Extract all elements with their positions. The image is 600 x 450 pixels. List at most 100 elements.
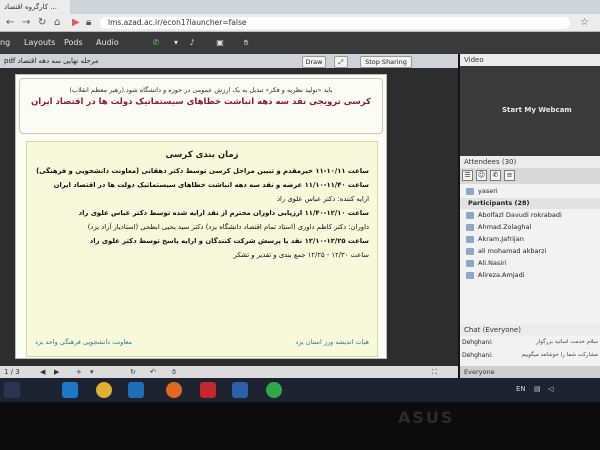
fullscreen-icon[interactable]: ⛶ xyxy=(432,366,437,378)
list-item[interactable]: Abolfazl Davudi rokrabadi xyxy=(460,210,600,221)
acrobat-icon[interactable] xyxy=(200,382,216,398)
url-field[interactable]: lms.azad.ac.ir/econ1?launcher=false xyxy=(100,17,570,29)
page-indicator: 1 / 3 xyxy=(4,368,20,376)
chrome-icon[interactable] xyxy=(96,382,112,398)
reload-icon[interactable]: ↻ xyxy=(38,17,46,29)
schedule-line: ارایه کننده: دکتر عباس علوی راد xyxy=(276,195,369,203)
menu-item-meeting[interactable]: ng xyxy=(0,32,10,54)
microphone-icon[interactable]: ✆ xyxy=(150,37,162,49)
slide-footer: هیات اندیشه ورز استان یزد معاونت دانشجوی… xyxy=(35,336,369,348)
undo-icon[interactable]: ↶ xyxy=(150,366,156,378)
attendees-header: Attendees (30) xyxy=(460,156,600,168)
browser-tab[interactable]: کارگروه اقتصاد ... xyxy=(0,0,70,14)
schedule-line: ساعت ۱۰/۱۱-۱۱ خیرمقدم و تبیین مراحل کرسی… xyxy=(36,167,369,175)
whatsapp-icon[interactable] xyxy=(266,382,282,398)
word-icon[interactable] xyxy=(128,382,144,398)
microphone-dropdown-icon[interactable]: ▾ xyxy=(170,37,182,49)
presentation-toolbar: 1 / 3 ◀ ▶ + ▾ ↻ ↶ ✋︎ ⛶ xyxy=(0,366,458,378)
stop-sharing-button[interactable]: Stop Sharing xyxy=(360,56,412,68)
schedule-line: ساعت ۱۲/۲۵-۱۲/۱۰ نقد یا پرسش شرکت کنندگا… xyxy=(89,237,369,245)
zoom-dropdown-icon[interactable]: ▾ xyxy=(90,366,94,378)
list-item[interactable]: Akram.Jafrijan xyxy=(460,234,600,245)
list-item[interactable]: ali mohamad akbarzi xyxy=(460,246,600,257)
slide: باید «تولید نظریه و فکر» تبدیل به یک ارز… xyxy=(15,74,387,359)
chat-header: Chat (Everyone) xyxy=(460,324,600,336)
star-icon[interactable]: ☆ xyxy=(580,17,589,29)
chat-messages: Dehghani: سلام خدمت اساتید بزرگوار Dehgh… xyxy=(460,336,600,366)
attendee-list: yaseri Participants (28) Abolfazl Davudi… xyxy=(460,184,600,324)
footer-organization: هیات اندیشه ورز استان یزد xyxy=(295,338,369,346)
share-pod: pdf مرحله نهایی سه دهه اقتصاد Draw ⤢ Sto… xyxy=(0,54,458,366)
attendees-title: Attendees xyxy=(464,158,500,166)
powerpoint-icon[interactable] xyxy=(232,382,248,398)
list-item[interactable]: Alireza.Amjadi xyxy=(460,270,600,281)
speaker-icon[interactable]: ♪ xyxy=(186,37,198,49)
right-panel: Video Start My Webcam Attendees (30) ☰ ☺… xyxy=(460,54,600,378)
chat-scope: (Everyone) xyxy=(482,326,521,334)
browser-tab-bar: کارگروه اقتصاد ... xyxy=(0,0,600,14)
file-name: pdf مرحله نهایی سه دهه اقتصاد xyxy=(4,57,99,65)
user-icon xyxy=(466,224,474,231)
language-indicator[interactable]: EN xyxy=(516,385,526,393)
lock-icon: 🔒︎ xyxy=(86,17,92,28)
user-icon xyxy=(466,212,474,219)
attendees-count: (30) xyxy=(501,158,517,166)
zoom-in-icon[interactable]: + xyxy=(76,366,82,378)
chat-message: سلام خدمت اساتید بزرگوار xyxy=(536,339,598,345)
schedule-line: داوران: دکتر کاظم داوری (استاد تمام اقتص… xyxy=(87,223,369,231)
sync-icon[interactable]: ⤢ xyxy=(334,56,348,68)
list-item[interactable]: yaseri xyxy=(460,186,600,197)
next-page-icon[interactable]: ▶ xyxy=(54,366,59,378)
monitor-bezel: ASUS xyxy=(0,402,600,450)
user-icon xyxy=(466,188,474,195)
user-icon xyxy=(466,248,474,255)
firefox-icon[interactable] xyxy=(166,382,182,398)
user-icon xyxy=(466,260,474,267)
menu-pods[interactable]: Pods xyxy=(64,32,83,54)
attendees-toolbar: ☰ ☺ ✆ ≡ xyxy=(460,168,600,184)
list-item[interactable]: Ali.Nasiri xyxy=(460,258,600,269)
home-icon[interactable]: ⌂ xyxy=(54,17,60,29)
prev-page-icon[interactable]: ◀ xyxy=(40,366,45,378)
schedule-title: زمان بندی کرسی xyxy=(165,150,239,160)
taskbar: EN ▤ ◁ xyxy=(0,378,600,402)
video-pod-header: Video xyxy=(460,54,600,66)
rotate-icon[interactable]: ↻ xyxy=(130,366,136,378)
schedule-line: ساعت ۱۲/۳۰ - ۱۲/۲۵ جمع بندی و تقدیر و تش… xyxy=(233,251,369,259)
participants-group[interactable]: Participants (28) xyxy=(460,198,600,209)
attendee-options-icon[interactable]: ≡ xyxy=(504,170,515,181)
hand-tool-icon[interactable]: ✋︎ xyxy=(172,366,176,378)
slide-quote: باید «تولید نظریه و فکر» تبدیل به یک ارز… xyxy=(69,86,333,94)
address-bar: ← → ↻ ⌂ ▶ 🔒︎ lms.azad.ac.ir/econ1?launch… xyxy=(0,14,600,32)
back-icon[interactable]: ← xyxy=(6,17,14,29)
footer-department: معاونت دانشجویی فرهنگی واحد یزد xyxy=(35,338,133,346)
volume-icon[interactable]: ◁ xyxy=(548,385,553,393)
youtube-icon[interactable]: ▶ xyxy=(72,17,80,29)
start-webcam-button[interactable]: Start My Webcam xyxy=(502,106,572,114)
slide-title: کرسی ترویجی نقد سه دهه انباشت خطاهای سیس… xyxy=(31,97,371,107)
task-view-icon[interactable] xyxy=(4,382,20,398)
schedule-line: ساعت ۱۱/۴۰-۱۱/۱۰ عرضه و نقد سه دهه انباش… xyxy=(53,181,369,189)
edge-icon[interactable] xyxy=(62,382,78,398)
video-pod-title: Video xyxy=(464,56,484,64)
attendee-mic-icon[interactable]: ✆ xyxy=(490,170,501,181)
list-item[interactable]: Ahmad.Zolaghal xyxy=(460,222,600,233)
chat-sender: Dehghani: xyxy=(462,352,493,359)
attendee-status-icon[interactable]: ☺ xyxy=(476,170,487,181)
attendee-view-icon[interactable]: ☰ xyxy=(462,170,473,181)
app-menu-bar: ng Layouts Pods Audio ✆ ▾ ♪ ▣ ✋︎ xyxy=(0,32,600,54)
schedule-line: ساعت ۱۲/۱۰-۱۱/۴۰ ارزیابی داوران محترم از… xyxy=(78,209,369,217)
chat-message: مشارکت شما را خوشامد میگوییم xyxy=(521,352,598,358)
raise-hand-icon[interactable]: ✋︎ xyxy=(240,37,252,49)
draw-button[interactable]: Draw xyxy=(302,56,326,68)
menu-audio[interactable]: Audio xyxy=(96,32,119,54)
slide-header-box: باید «تولید نظریه و فکر» تبدیل به یک ارز… xyxy=(19,78,383,134)
chat-sender: Dehghani: xyxy=(462,339,493,346)
webcam-icon[interactable]: ▣ xyxy=(214,37,226,49)
slide-schedule-box: زمان بندی کرسی ساعت ۱۰/۱۱-۱۱ خیرمقدم و ت… xyxy=(26,141,378,357)
chat-recipient-selector[interactable]: Everyone xyxy=(460,366,600,378)
menu-layouts[interactable]: Layouts xyxy=(24,32,55,54)
chat-title: Chat xyxy=(464,326,481,334)
forward-icon[interactable]: → xyxy=(22,17,30,29)
network-icon[interactable]: ▤ xyxy=(534,385,541,393)
